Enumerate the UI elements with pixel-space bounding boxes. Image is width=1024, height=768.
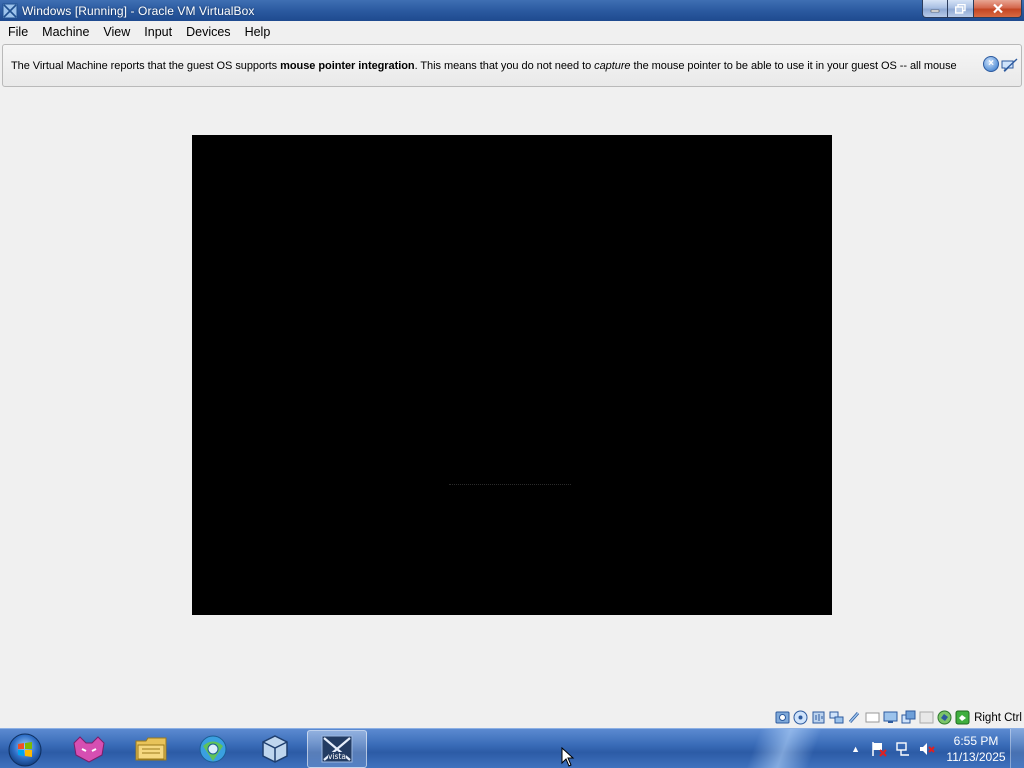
notice-text: The Virtual Machine reports that the gue… <box>3 60 971 72</box>
notice-text-part: . This means that you do not need to <box>414 59 595 72</box>
restore-icon <box>955 3 966 14</box>
vista-label: vista <box>328 752 346 761</box>
notice-text-part: the mouse pointer to be able to use it i… <box>630 59 957 72</box>
optical-drive-icon[interactable] <box>793 710 808 725</box>
boot-progress-indicator <box>449 484 571 487</box>
audio-icon[interactable] <box>811 710 826 725</box>
virtualbox-icon[interactable] <box>245 730 305 768</box>
show-desktop-button[interactable] <box>1010 729 1024 768</box>
menu-bar: File Machine View Input Devices Help <box>0 21 1024 43</box>
video-capture-icon[interactable] <box>901 710 916 725</box>
window-title: Windows [Running] - Oracle VM VirtualBox <box>22 3 255 18</box>
window-controls <box>922 0 1022 19</box>
taskbar-glow <box>714 729 854 768</box>
clock-time: 6:55 PM <box>953 734 999 748</box>
windows-start-orb[interactable] <box>5 731 45 768</box>
virtualbox-app-icon[interactable] <box>2 3 18 19</box>
notice-text-part: The Virtual Machine reports that the gue… <box>11 59 281 72</box>
taskbar: vista ▲ 6:55 PM 11/13/2025 <box>0 728 1024 768</box>
recording-icon[interactable] <box>919 710 934 725</box>
notice-actions: × <box>983 56 1019 74</box>
taskbar-clock[interactable]: 6:55 PM 11/13/2025 <box>942 733 1010 765</box>
keyboard-capture-icon[interactable] <box>955 710 970 725</box>
volume-muted-icon[interactable] <box>918 740 936 758</box>
close-icon <box>992 3 1003 14</box>
display-icon[interactable] <box>883 710 898 725</box>
window-titlebar[interactable]: Windows [Running] - Oracle VM VirtualBox <box>0 0 1024 21</box>
menu-machine[interactable]: Machine <box>35 21 96 43</box>
network-icon[interactable] <box>829 710 844 725</box>
vm-display-area[interactable] <box>0 88 1024 707</box>
close-button[interactable] <box>974 0 1022 18</box>
notice-text-bold: mouse pointer integration <box>280 59 415 72</box>
host-key-label: Right Ctrl <box>974 711 1022 724</box>
browser-icon[interactable] <box>183 730 243 768</box>
mute-notifications-icon[interactable] <box>1001 56 1019 74</box>
vista-vm-icon[interactable]: vista <box>307 730 367 768</box>
notice-text-italic: capture <box>594 59 631 72</box>
close-banner-icon[interactable]: × <box>983 56 999 72</box>
network-tray-icon[interactable] <box>894 740 912 758</box>
mouse-integration-notice: The Virtual Machine reports that the gue… <box>2 44 1022 87</box>
shared-folders-icon[interactable] <box>865 710 880 725</box>
hard-disk-icon[interactable] <box>775 710 790 725</box>
device-indicators <box>775 710 970 725</box>
action-center-icon[interactable] <box>870 740 888 758</box>
minimize-icon <box>930 9 940 12</box>
mouse-cursor-icon <box>561 747 575 767</box>
guest-screen[interactable] <box>192 135 832 615</box>
minimize-button[interactable] <box>922 0 948 18</box>
menu-file[interactable]: File <box>0 21 35 43</box>
usb-icon[interactable] <box>847 710 862 725</box>
show-hidden-icons-chevron[interactable]: ▲ <box>851 744 860 754</box>
cat-app-icon[interactable] <box>59 730 119 768</box>
menu-devices[interactable]: Devices <box>179 21 237 43</box>
restore-button[interactable] <box>948 0 974 18</box>
system-tray: ▲ 6:55 PM 11/13/2025 <box>851 729 1024 768</box>
file-explorer-icon[interactable] <box>121 730 181 768</box>
clock-date: 11/13/2025 <box>946 750 1006 764</box>
menu-help[interactable]: Help <box>238 21 278 43</box>
menu-view[interactable]: View <box>96 21 137 43</box>
menu-input[interactable]: Input <box>137 21 179 43</box>
mouse-integration-icon[interactable] <box>937 710 952 725</box>
vm-status-bar: Right Ctrl <box>0 707 1024 728</box>
